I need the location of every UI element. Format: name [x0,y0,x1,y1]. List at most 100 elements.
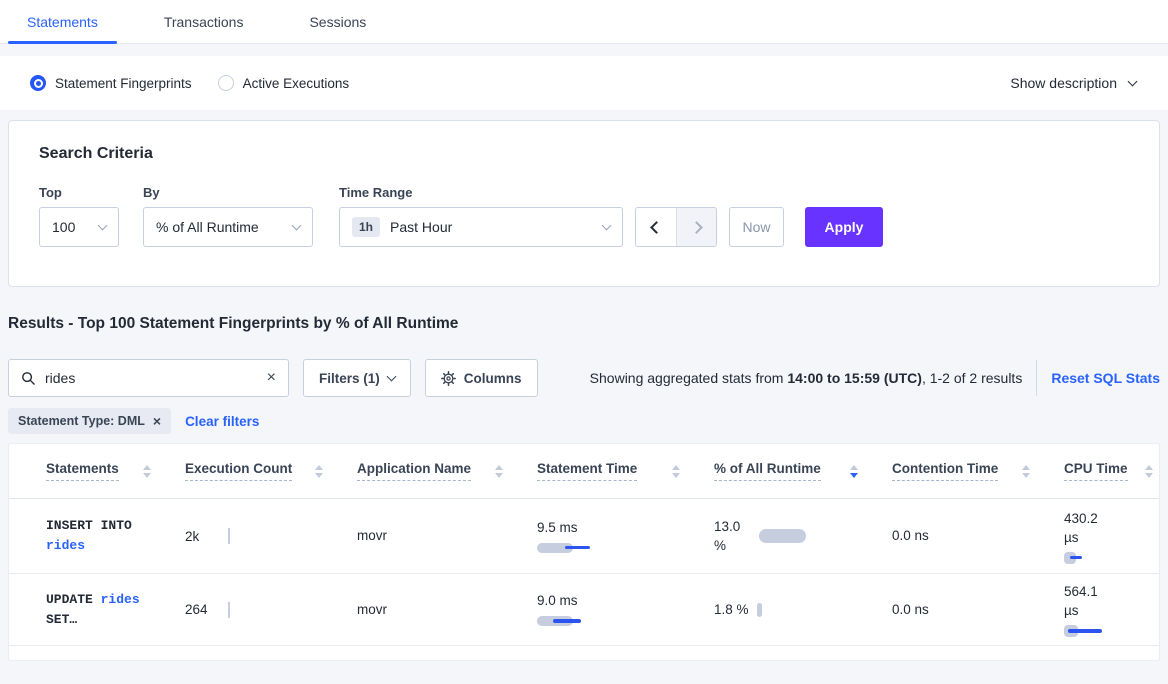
filters-button-label: Filters (1) [319,371,380,386]
cpu-time-unit: µs [1064,601,1159,620]
col-header-label[interactable]: Statement Time [537,461,637,481]
chevron-down-icon [386,372,396,382]
execution-count-bar [228,602,230,618]
now-button-label: Now [742,219,770,235]
sort-icon[interactable] [1145,465,1153,478]
radio-active-executions[interactable]: Active Executions [218,75,350,91]
search-criteria-controls: Top 100 By % of All Runtime Time Range 1… [39,185,1129,247]
contention-time-value: 0.0 ns [892,528,929,543]
time-prev-button[interactable] [636,208,676,246]
sql-keyword: INSERT INTO [46,518,132,533]
gear-icon [441,371,456,386]
col-header-statement-time[interactable]: Statement Time [537,461,714,481]
columns-button[interactable]: Columns [425,359,538,397]
radio-statement-fingerprints[interactable]: Statement Fingerprints [30,75,192,91]
toolbar-divider [1036,360,1037,396]
pct-runtime-bar [757,603,762,617]
contention-time-cell: 0.0 ns [892,527,1064,545]
statement-link[interactable]: rides [46,538,85,553]
time-next-button[interactable] [676,208,716,246]
col-header-label[interactable]: Application Name [357,461,471,481]
radio-selected-icon [30,75,46,91]
col-header-label[interactable]: % of All Runtime [714,461,821,481]
time-range-badge: 1h [352,217,380,237]
by-label: By [143,185,313,200]
col-header-label[interactable]: CPU Time [1064,461,1128,481]
execution-count-value: 264 [185,602,208,617]
by-group: By % of All Runtime [131,185,313,247]
cpu-time-cell: 564.1 µs [1064,582,1159,637]
chevron-down-icon [1128,77,1138,87]
statement-time-bar [537,542,597,554]
show-description-label: Show description [1010,75,1117,91]
apply-button-label: Apply [825,219,864,235]
tab-transactions-label: Transactions [164,14,244,30]
tab-statements[interactable]: Statements [8,0,117,43]
top-select-value: 100 [52,219,75,235]
show-description-toggle[interactable]: Show description [1010,75,1136,91]
cpu-time-bar [1064,625,1106,637]
statement-link[interactable]: rides [101,592,140,607]
sql-keyword: UPDATE [46,592,101,607]
view-toggle-bar: Statement Fingerprints Active Executions… [0,56,1168,110]
apply-button[interactable]: Apply [805,207,883,247]
columns-button-label: Columns [464,371,522,386]
by-select[interactable]: % of All Runtime [143,207,313,247]
tab-transactions[interactable]: Transactions [145,0,263,43]
cpu-time-value: 564.1 [1064,582,1159,601]
statement-time-bar [537,615,597,627]
radio-active-executions-label: Active Executions [243,76,350,91]
time-range-select[interactable]: 1h Past Hour [339,207,623,247]
search-clear-icon[interactable]: × [267,370,276,386]
application-name-cell: movr [357,601,537,619]
col-header-label[interactable]: Statements [46,461,119,481]
top-label: Top [39,185,119,200]
filter-chips-row: Statement Type: DML × Clear filters [8,408,1160,434]
col-header-statements[interactable]: Statements [46,461,185,481]
col-header-label[interactable]: Execution Count [185,461,292,481]
sort-icon[interactable] [315,465,323,478]
execution-count-bar [228,528,230,544]
pct-runtime-unit: % [714,536,751,555]
top-tab-bar: Statements Transactions Sessions [0,0,1168,44]
statements-page: Statements Transactions Sessions Stateme… [0,0,1168,684]
pct-runtime-value: 13.0 [714,517,751,536]
search-box[interactable]: × [8,359,289,397]
filter-chip-statement-type[interactable]: Statement Type: DML × [8,408,171,434]
stats-suffix: , 1-2 of 2 results [922,370,1022,386]
stats-summary: Showing aggregated stats from 14:00 to 1… [590,370,1023,386]
col-header-pct-runtime[interactable]: % of All Runtime [714,461,892,481]
col-header-application-name[interactable]: Application Name [357,461,537,481]
col-header-label[interactable]: Contention Time [892,461,998,481]
reset-sql-stats-link[interactable]: Reset SQL Stats [1051,370,1160,386]
statement-fingerprint-cell: UPDATE rides SET… [46,590,185,630]
chip-close-icon[interactable]: × [153,413,161,429]
time-range-label: Time Range [339,185,623,200]
table-row[interactable]: UPDATE rides SET… 264 movr 9.0 ms 1.8 % [9,574,1159,646]
col-header-execution-count[interactable]: Execution Count [185,461,357,481]
col-header-contention-time[interactable]: Contention Time [892,461,1064,481]
statement-time-cell: 9.5 ms [537,519,714,554]
sort-icon-active-desc[interactable] [850,465,858,478]
search-input[interactable] [45,370,267,386]
sort-icon[interactable] [495,465,503,478]
clear-filters-link[interactable]: Clear filters [185,414,259,429]
top-select[interactable]: 100 [39,207,119,247]
filters-button[interactable]: Filters (1) [303,359,411,397]
sort-icon[interactable] [143,465,151,478]
application-name-cell: movr [357,527,537,545]
sort-icon[interactable] [1022,465,1030,478]
table-header-row: Statements Execution Count Application N… [9,444,1159,499]
tab-sessions[interactable]: Sessions [290,0,385,43]
execution-count-cell: 264 [185,602,357,617]
pct-runtime-cell: 1.8 % [714,602,892,617]
chevron-down-icon [292,221,302,231]
table-row[interactable]: INSERT INTO rides 2k movr 9.5 ms 13.0 % [9,499,1159,574]
now-button[interactable]: Now [729,207,784,247]
filter-chip-label: Statement Type: DML [18,414,145,428]
pct-runtime-value: 1.8 % [714,602,749,617]
contention-time-value: 0.0 ns [892,602,929,617]
time-range-value: Past Hour [390,219,452,235]
sort-icon[interactable] [672,465,680,478]
col-header-cpu-time[interactable]: CPU Time [1064,461,1159,481]
